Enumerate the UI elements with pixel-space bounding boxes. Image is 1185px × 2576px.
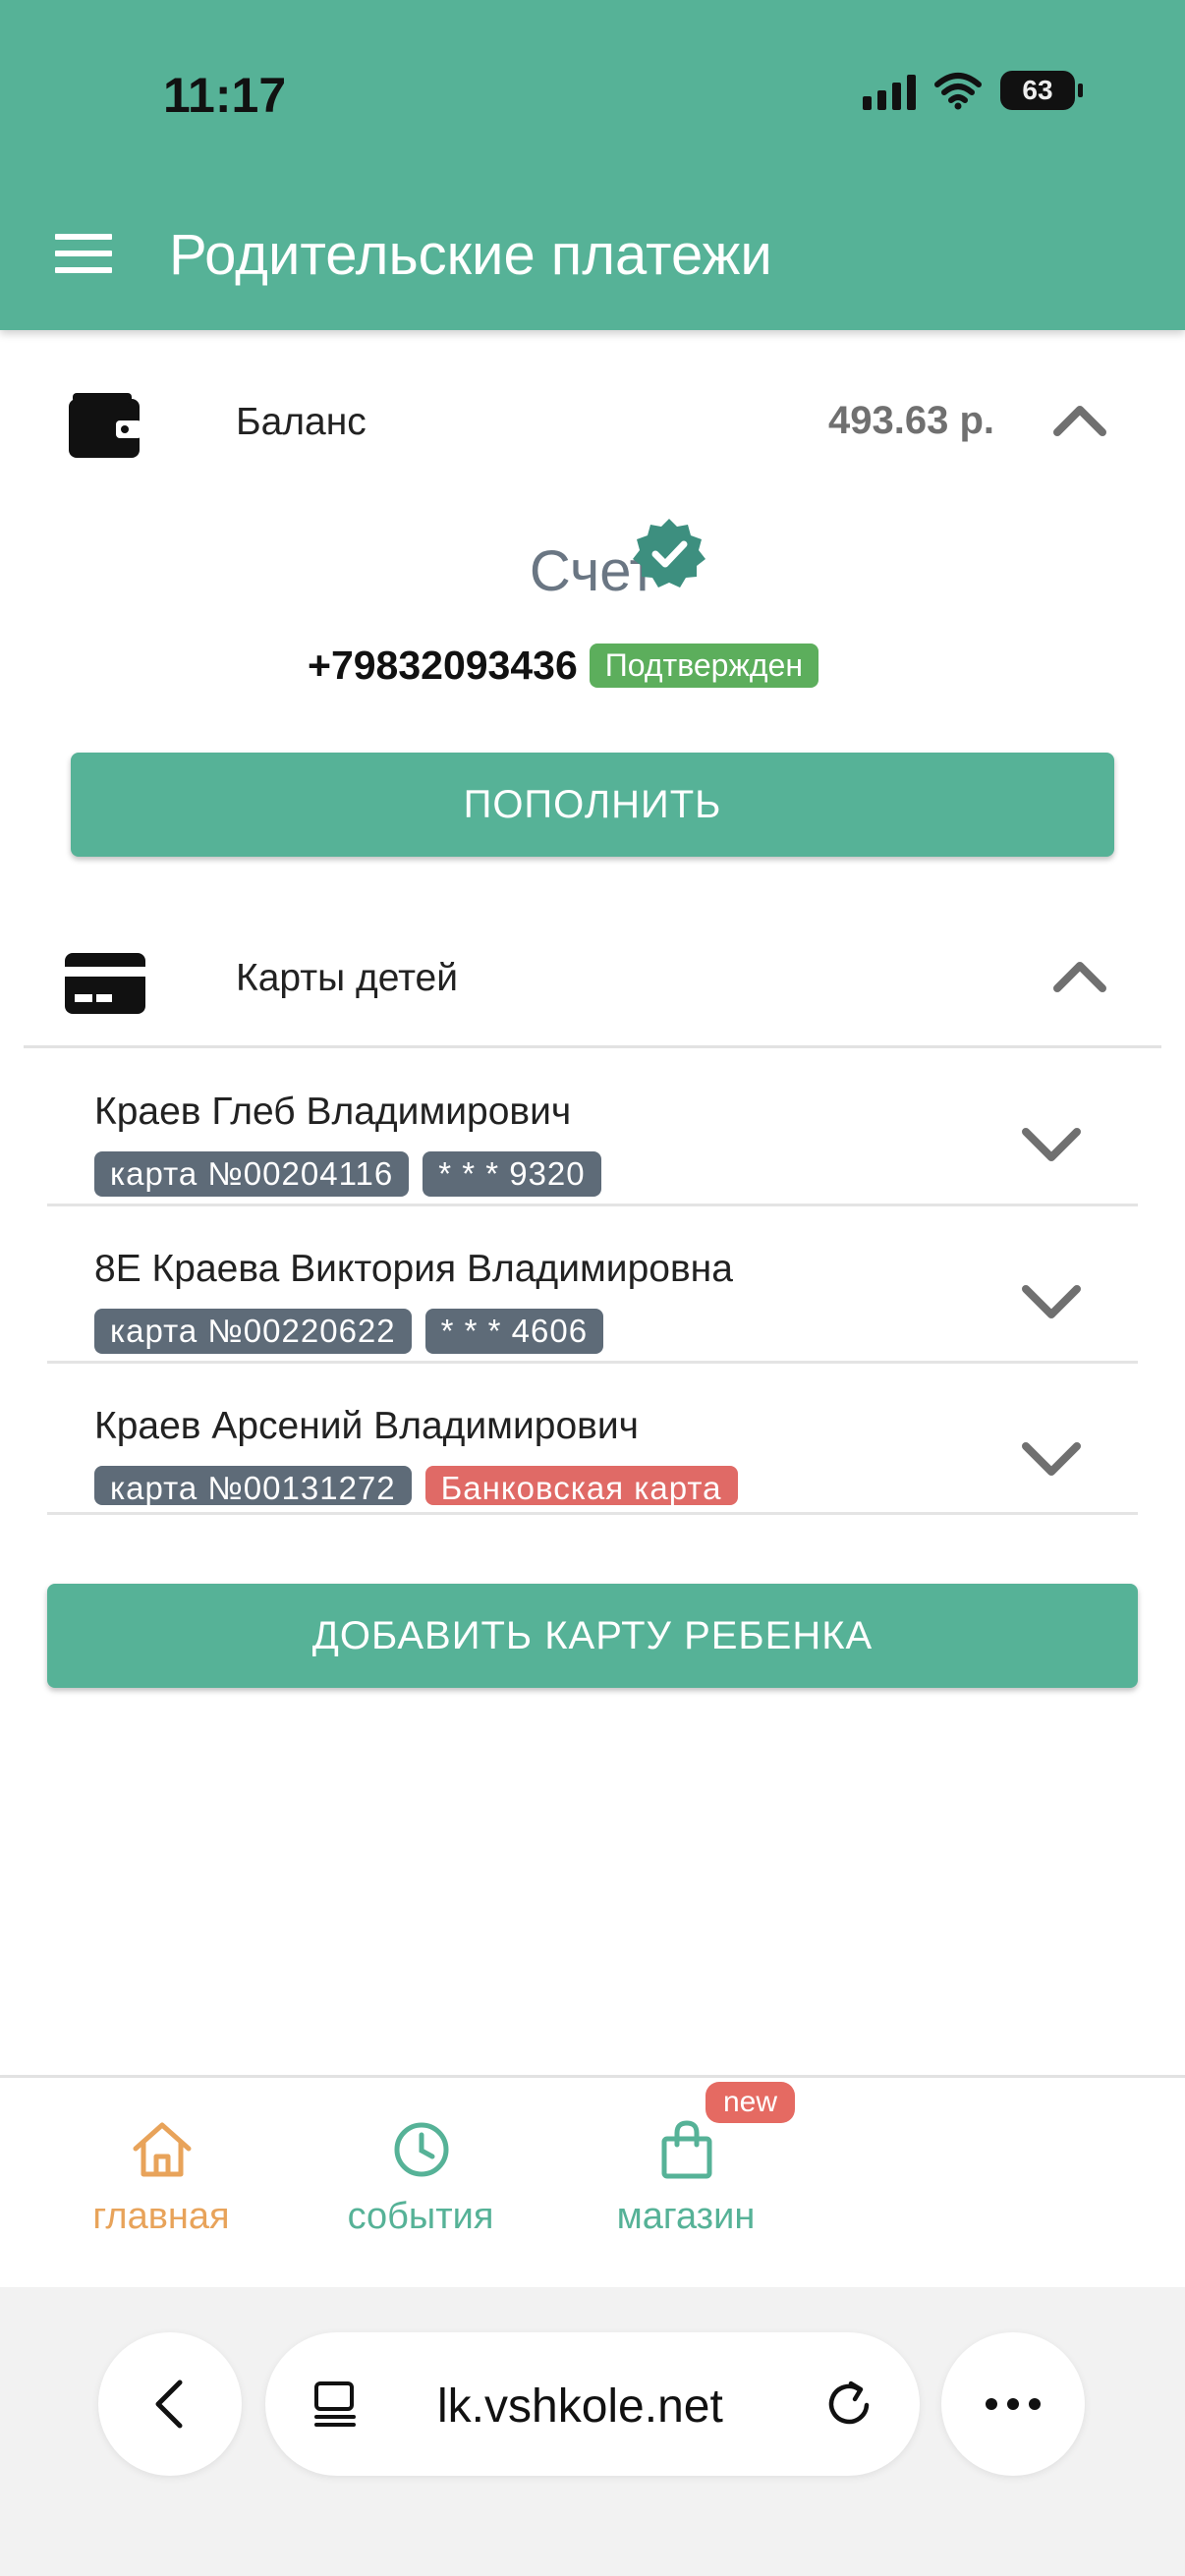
new-badge: new (705, 2082, 796, 2123)
chevron-down-icon[interactable] (1020, 1269, 1083, 1332)
verified-badge-icon (633, 519, 705, 588)
child-name: 8Е Краева Виктория Владимировна (94, 1248, 733, 1290)
credit-card-icon (65, 953, 145, 1014)
app-bar: 11:17 63 Родительские платежи (0, 0, 1185, 330)
topup-button[interactable]: ПОПОЛНИТЬ (71, 753, 1114, 857)
card-number-tag: карта №00220622 (94, 1309, 412, 1354)
balance-row[interactable]: Баланс 493.63 р. (0, 354, 1185, 481)
status-time: 11:17 (163, 68, 287, 123)
card-tags: карта №00131272 Банковская карта (94, 1466, 738, 1505)
masked-card-tag: * * * 4606 (424, 1309, 604, 1354)
list-item[interactable]: Краев Арсений Владимирович карта №001312… (47, 1366, 1138, 1515)
nav-events[interactable]: события (312, 2078, 529, 2274)
battery-icon: 63 (1000, 71, 1083, 110)
list-item[interactable]: 8Е Краева Виктория Владимировна карта №0… (47, 1208, 1138, 1364)
main-content: Баланс 493.63 р. Счет +79832093436 Подтв… (0, 330, 1185, 2075)
nav-shop-label: магазин (616, 2196, 756, 2237)
home-icon (133, 2122, 192, 2177)
child-name: Краев Арсений Владимирович (94, 1405, 639, 1447)
phone-line: +79832093436 Подтвержден (308, 643, 818, 689)
child-name: Краев Глеб Владимирович (94, 1091, 572, 1133)
status-badge: Подтвержден (589, 644, 818, 688)
add-child-card-button[interactable]: ДОБАВИТЬ КАРТУ РЕБЕНКА (47, 1584, 1138, 1688)
cellular-signal-icon (863, 71, 916, 110)
url-text: lk.vshkole.net (437, 2380, 723, 2433)
bank-card-tag: Банковская карта (424, 1466, 738, 1505)
card-number-tag: карта №00204116 (94, 1151, 410, 1197)
card-number-tag: карта №00131272 (94, 1466, 412, 1505)
browser-toolbar: lk.vshkole.net (0, 2287, 1185, 2576)
list-item[interactable]: Краев Глеб Владимирович карта №00204116 … (47, 1051, 1138, 1206)
status-icons: 63 (863, 71, 1083, 110)
account-title: Счет (529, 539, 656, 603)
account-phone: +79832093436 (308, 643, 578, 688)
chevron-left-icon (155, 2380, 183, 2429)
menu-icon[interactable] (55, 234, 112, 273)
card-tags: карта №00220622 * * * 4606 (94, 1309, 604, 1354)
page-title: Родительские платежи (169, 223, 772, 287)
nav-events-label: события (347, 2196, 494, 2237)
back-button[interactable] (98, 2332, 242, 2476)
address-bar[interactable]: lk.vshkole.net (265, 2332, 920, 2476)
wallet-icon (69, 393, 141, 458)
reader-mode-icon[interactable] (310, 2380, 360, 2429)
divider (24, 1045, 1161, 1048)
masked-card-tag: * * * 9320 (423, 1151, 601, 1197)
cards-section-label: Карты детей (236, 957, 459, 999)
nav-home-label: главная (92, 2196, 230, 2237)
bottom-nav: главная события магазин new (0, 2075, 1185, 2287)
chevron-down-icon[interactable] (1020, 1427, 1083, 1489)
shopping-bag-icon (661, 2120, 712, 2179)
balance-value: 493.63 р. (827, 399, 994, 442)
reload-icon[interactable] (823, 2378, 876, 2431)
chevron-up-icon[interactable] (1051, 393, 1108, 450)
more-button[interactable] (941, 2332, 1085, 2476)
clock-icon (394, 2122, 449, 2177)
card-tags: карта №00204116 * * * 9320 (94, 1151, 601, 1197)
wifi-icon (934, 73, 982, 110)
balance-label: Баланс (236, 401, 367, 443)
chevron-down-icon[interactable] (1020, 1112, 1083, 1175)
chevron-up-icon[interactable] (1051, 949, 1108, 1006)
more-icon (986, 2398, 1041, 2410)
nav-home[interactable]: главная (53, 2078, 269, 2274)
cards-section-header[interactable]: Карты детей (0, 910, 1185, 1037)
